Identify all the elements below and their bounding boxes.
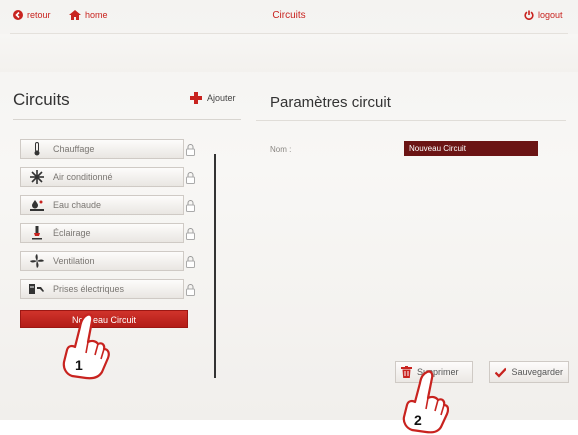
left-divider bbox=[13, 119, 241, 120]
logout-link[interactable]: logout bbox=[524, 10, 563, 20]
circuit-settings-heading: Paramètres circuit bbox=[270, 94, 391, 111]
top-bar: retour home Circuits logout bbox=[0, 0, 578, 34]
circuit-item-eau-chaude[interactable]: Eau chaude bbox=[20, 195, 184, 215]
thermometer-icon bbox=[21, 142, 53, 156]
circuit-item-label: Prises électriques bbox=[53, 284, 125, 294]
lock-icon bbox=[186, 256, 195, 268]
header-band bbox=[0, 34, 578, 72]
logout-label: logout bbox=[538, 10, 563, 20]
panel-divider bbox=[214, 154, 216, 378]
circuits-heading: Circuits bbox=[13, 90, 70, 109]
circuit-item-eclairage[interactable]: Éclairage bbox=[20, 223, 184, 243]
circuit-item-label: Ventilation bbox=[53, 256, 95, 266]
step-2-hand-cursor-icon: 2 bbox=[402, 370, 449, 434]
step-1-number: 1 bbox=[75, 357, 83, 373]
lock-icon bbox=[186, 228, 195, 240]
circuit-item-label: Eau chaude bbox=[53, 200, 102, 210]
app-window: retour home Circuits logout Circuits Ajo… bbox=[0, 0, 578, 434]
name-label: Nom : bbox=[270, 145, 292, 154]
circuit-item-label: Air conditionné bbox=[53, 172, 113, 182]
add-button[interactable]: Ajouter bbox=[190, 92, 236, 104]
right-divider bbox=[256, 120, 566, 121]
plus-icon bbox=[190, 92, 202, 104]
step-2-number: 2 bbox=[414, 412, 422, 428]
plug-icon bbox=[21, 283, 53, 295]
add-label: Ajouter bbox=[207, 93, 236, 103]
fan-icon bbox=[21, 254, 53, 268]
circuit-item-label: Éclairage bbox=[53, 228, 91, 238]
snowflake-icon bbox=[21, 170, 53, 184]
circuit-item-air-conditionne[interactable]: Air conditionné bbox=[20, 167, 184, 187]
lock-icon bbox=[186, 200, 195, 212]
lamp-icon bbox=[21, 226, 53, 240]
lock-icon bbox=[186, 284, 195, 296]
save-button[interactable]: Sauvegarder bbox=[489, 361, 569, 383]
step-1-hand-cursor-icon: 1 bbox=[62, 313, 110, 380]
lock-icon bbox=[186, 172, 195, 184]
checkmark-icon bbox=[495, 367, 507, 378]
circuit-item-prises-electriques[interactable]: Prises électriques bbox=[20, 279, 184, 299]
circuit-item-label: Chauffage bbox=[53, 144, 95, 154]
lock-icon bbox=[186, 144, 195, 156]
power-icon bbox=[524, 10, 534, 20]
name-field[interactable] bbox=[404, 141, 538, 156]
circuit-item-ventilation[interactable]: Ventilation bbox=[20, 251, 184, 271]
circuit-item-chauffage[interactable]: Chauffage bbox=[20, 139, 184, 159]
save-label: Sauvegarder bbox=[511, 367, 563, 377]
water-heater-icon bbox=[21, 199, 53, 211]
page-title: Circuits bbox=[272, 10, 306, 21]
